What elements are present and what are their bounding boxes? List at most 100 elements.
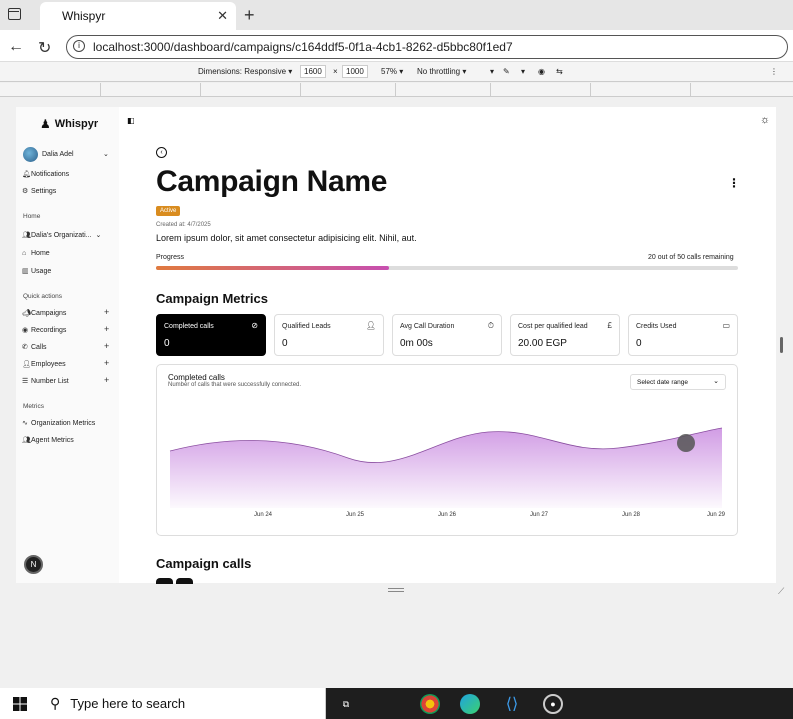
status-badge: Active [156, 206, 181, 216]
sidebar-item-employees[interactable]: 👤︎ Employees [22, 360, 66, 369]
more-options-icon[interactable]: ⋮ [770, 67, 778, 76]
sidebar-item-number-list[interactable]: ☰ Number List [22, 377, 69, 386]
close-icon[interactable]: ✕ [217, 8, 228, 24]
chart-hover-point[interactable] [677, 434, 695, 452]
home-icon: ⌂ [22, 250, 27, 257]
new-tab-icon[interactable]: + [244, 5, 255, 26]
metric-card-avg-call-duration[interactable]: Avg Call Duration ⏱︎ 0m 00s [392, 314, 502, 356]
back-icon[interactable]: ← [8, 38, 24, 56]
back-button[interactable]: ‹ [156, 147, 167, 158]
width-input[interactable]: 1600 [300, 65, 326, 78]
add-employee-icon[interactable]: + [104, 358, 109, 368]
address-bar[interactable]: localhost:3000/dashboard/campaigns/c164d… [66, 35, 788, 59]
sidebar-toggle-icon[interactable]: ◧ [127, 116, 135, 125]
sidebar-item-home[interactable]: ⌂ Home [22, 250, 50, 257]
sidebar-section-metrics: Metrics [23, 403, 44, 410]
chevron-down-icon: ⌄ [713, 378, 719, 385]
browser-tab[interactable]: Whispyr ✕ [40, 2, 236, 30]
gear-icon: ⚙ [22, 188, 29, 195]
url-text: localhost:3000/dashboard/campaigns/c164d… [93, 40, 513, 54]
progress-fill [156, 266, 389, 270]
sidebar-item-calls[interactable]: ✆ Calls [22, 343, 47, 352]
resize-corner-icon[interactable]: ⟋ [778, 586, 784, 597]
eye-icon[interactable]: ◉ [538, 67, 545, 76]
sidebar-item-usage[interactable]: ▥ Usage [22, 267, 51, 276]
check-circle-icon: ⊘ [251, 321, 258, 330]
user-icon: 👤︎ [22, 361, 31, 368]
metric-card-completed-calls[interactable]: Completed calls ⊘ 0 [156, 314, 266, 356]
metric-card-cost-per-lead[interactable]: Cost per qualified lead £ 20.00 EGP [510, 314, 620, 356]
media-query-ruler [0, 83, 793, 97]
add-number-list-icon[interactable]: + [104, 375, 109, 385]
sidebar-item-agent-metrics[interactable]: 👥︎ Agent Metrics [22, 436, 74, 445]
x-tick-label: Jun 24 [254, 512, 273, 518]
page-title: Campaign Name [156, 165, 388, 198]
calls-filter-chip[interactable] [156, 578, 173, 584]
zoom-select[interactable]: 57% ▾ [381, 67, 403, 76]
app-icon[interactable]: ● [543, 694, 563, 714]
edge-icon[interactable] [460, 694, 480, 714]
info-icon[interactable]: i [73, 40, 85, 52]
users-icon: 👥︎ [22, 232, 31, 239]
progress-remaining: 20 out of 50 calls remaining [648, 254, 734, 261]
times-sign: × [333, 67, 338, 76]
x-tick-label: Jun 26 [438, 512, 457, 518]
task-view-icon[interactable]: ⧉ [336, 694, 356, 714]
throttle-select[interactable]: No throttling ▾ [417, 67, 466, 76]
area-chart [169, 427, 723, 508]
chevron-down-icon[interactable]: ▾ [521, 67, 525, 76]
user-menu[interactable]: Dalia Adel [42, 151, 74, 158]
rotate-icon[interactable]: ⇆ [556, 67, 563, 76]
more-options-icon[interactable]: ⋮ [728, 176, 740, 190]
created-date: Created at: 4/7/2025 [156, 222, 211, 228]
list-icon: ☰ [22, 378, 29, 385]
add-recording-icon[interactable]: + [104, 324, 109, 334]
resize-handle-right[interactable] [780, 337, 783, 353]
area-series-fill [170, 428, 722, 508]
taskbar-search[interactable]: ⚲ Type here to search [40, 688, 326, 719]
add-campaign-icon[interactable]: + [104, 307, 109, 317]
start-button[interactable] [0, 688, 40, 719]
resize-handle-bottom[interactable] [388, 588, 404, 592]
sidebar-item-recordings[interactable]: ◉ Recordings [22, 326, 66, 335]
height-input[interactable]: 1000 [342, 65, 368, 78]
sidebar-item-notifications[interactable]: 🔔︎ Notifications [22, 170, 69, 179]
logo-icon: ♟ [40, 117, 51, 131]
window-menu-icon[interactable] [8, 8, 21, 20]
phone-icon: ✆ [22, 344, 28, 351]
megaphone-icon: 📣︎ [22, 310, 31, 317]
avatar[interactable] [23, 147, 38, 162]
sidebar-section-home: Home [23, 213, 41, 220]
sidebar-item-campaigns[interactable]: 📣︎ Campaigns [22, 309, 66, 318]
recording-icon: ◉ [22, 327, 29, 334]
sidebar-item-organization[interactable]: 👥︎ Dalia's Organizati... ⌄ [22, 231, 101, 240]
chrome-icon[interactable] [420, 694, 440, 714]
devtools-empty-area [0, 596, 793, 688]
chevron-down-icon[interactable]: ⌄ [103, 150, 109, 158]
calls-filter-chip[interactable] [176, 578, 193, 584]
add-call-icon[interactable]: + [104, 341, 109, 351]
sidebar-section-quick-actions: Quick actions [23, 293, 63, 300]
next-dev-badge[interactable]: N [24, 555, 43, 574]
metrics-section-title: Campaign Metrics [156, 291, 268, 306]
dimensions-select[interactable]: Dimensions: Responsive ▾ [198, 67, 292, 76]
chevron-down-icon[interactable]: ▾ [490, 67, 494, 76]
theme-toggle-icon[interactable]: ☼ [760, 114, 770, 126]
vscode-icon[interactable]: ⟨⟩ [502, 694, 522, 714]
devtools-toolbar: Dimensions: Responsive ▾ 1600 × 1000 57%… [0, 62, 793, 82]
user-check-icon: 👤︎ [365, 321, 376, 330]
reload-icon[interactable]: ↻ [38, 38, 51, 58]
card-icon: ▭ [722, 321, 730, 330]
eyedropper-icon[interactable]: ✎ [503, 67, 510, 76]
metric-card-credits-used[interactable]: Credits Used ▭ 0 [628, 314, 738, 356]
windows-icon [13, 696, 27, 711]
sidebar-item-settings[interactable]: ⚙ Settings [22, 187, 56, 196]
chart-title: Completed calls [168, 373, 225, 382]
date-range-select[interactable]: Select date range ⌄ [630, 374, 726, 390]
campaign-description: Lorem ipsum dolor, sit amet consectetur … [156, 233, 417, 243]
sidebar-item-organization-metrics[interactable]: ∿ Organization Metrics [22, 419, 95, 428]
chart-icon: ▥ [22, 268, 29, 275]
brand-logo[interactable]: ♟ Whispyr [40, 117, 98, 131]
calls-section-title: Campaign calls [156, 556, 252, 571]
metric-card-qualified-leads[interactable]: Qualified Leads 👤︎ 0 [274, 314, 384, 356]
